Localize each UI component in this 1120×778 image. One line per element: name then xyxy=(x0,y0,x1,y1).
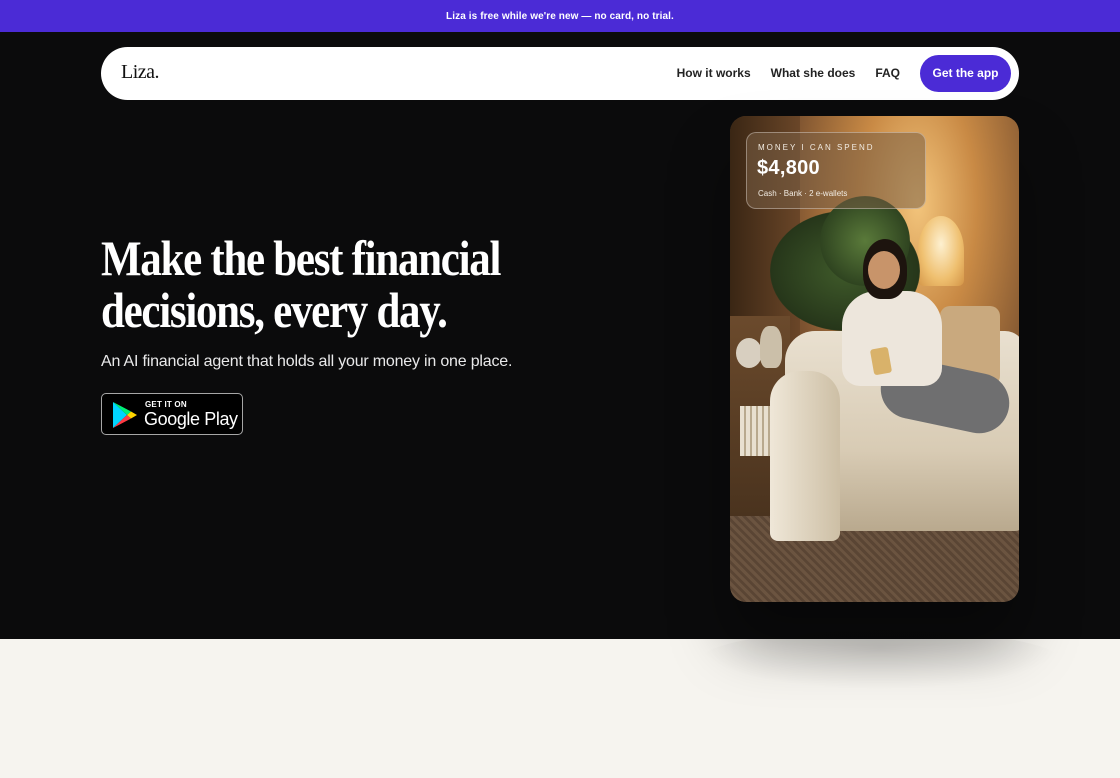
headline-line-1: Make the best financial xyxy=(101,230,501,286)
hero-headline: Make the best financial decisions, every… xyxy=(101,232,548,336)
balance-card: MONEY I CAN SPEND $4,800 Cash · Bank · 2… xyxy=(746,132,926,209)
hero-subhead: An AI financial agent that holds all you… xyxy=(101,353,513,370)
card-shadow xyxy=(700,630,1060,690)
google-play-badge[interactable]: GET IT ON Google Play xyxy=(101,393,243,435)
top-navbar: Liza. How it works What she does FAQ Get… xyxy=(101,47,1019,100)
balance-amount: $4,800 xyxy=(757,157,820,179)
nav-links: How it works What she does FAQ Get the a… xyxy=(677,54,1011,92)
balance-label: MONEY I CAN SPEND xyxy=(758,143,875,152)
hero-photo: MONEY I CAN SPEND $4,800 Cash · Bank · 2… xyxy=(730,116,1019,602)
nav-link-how-it-works[interactable]: How it works xyxy=(677,66,751,80)
hero-section: Liza. How it works What she does FAQ Get… xyxy=(0,32,1120,639)
get-the-app-button[interactable]: Get the app xyxy=(920,54,1011,92)
balance-sources: Cash · Bank · 2 e-wallets xyxy=(758,189,848,198)
announcement-bar: Liza is free while we're new — no card, … xyxy=(0,0,1120,32)
nav-link-faq[interactable]: FAQ xyxy=(875,66,900,80)
lamp xyxy=(918,216,964,286)
badge-big-text: Google Play xyxy=(144,409,238,429)
badge-small-text: GET IT ON xyxy=(145,400,187,409)
headline-line-2: decisions, every day. xyxy=(101,282,448,338)
logo[interactable]: Liza. xyxy=(121,61,160,84)
google-play-icon xyxy=(113,402,137,428)
person xyxy=(842,291,942,386)
nav-link-what-she-does[interactable]: What she does xyxy=(771,66,856,80)
announcement-text: Liza is free while we're new — no card, … xyxy=(446,10,674,22)
